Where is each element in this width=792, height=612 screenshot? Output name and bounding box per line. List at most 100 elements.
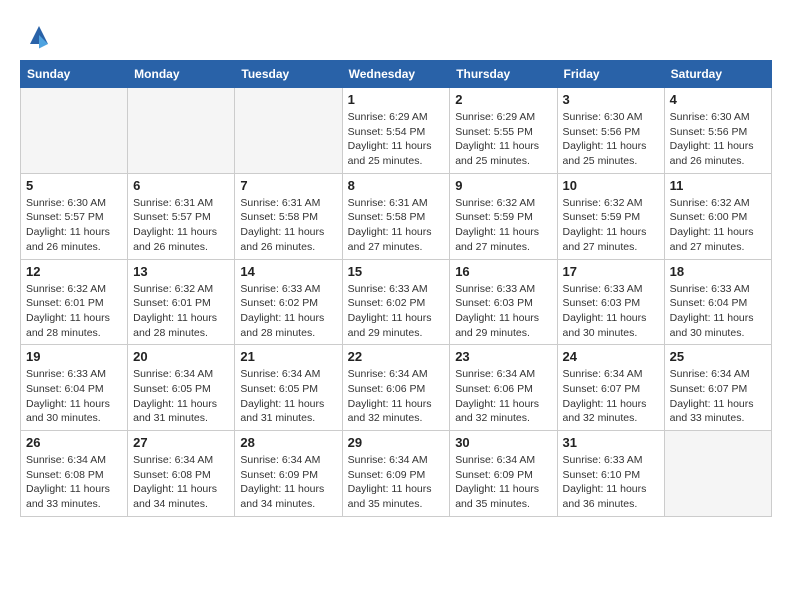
- day-number: 26: [26, 435, 122, 450]
- calendar-cell: 16 Sunrise: 6:33 AMSunset: 6:03 PMDayligh…: [450, 259, 557, 345]
- day-header-saturday: Saturday: [664, 61, 771, 88]
- day-number: 28: [240, 435, 336, 450]
- day-info: Sunrise: 6:32 AMSunset: 5:59 PMDaylight:…: [563, 196, 659, 255]
- day-info: Sunrise: 6:34 AMSunset: 6:05 PMDaylight:…: [133, 367, 229, 426]
- day-header-sunday: Sunday: [21, 61, 128, 88]
- calendar-cell: 22 Sunrise: 6:34 AMSunset: 6:06 PMDayligh…: [342, 345, 450, 431]
- calendar-cell: 7 Sunrise: 6:31 AMSunset: 5:58 PMDaylight…: [235, 173, 342, 259]
- week-row-2: 5 Sunrise: 6:30 AMSunset: 5:57 PMDaylight…: [21, 173, 772, 259]
- day-header-monday: Monday: [128, 61, 235, 88]
- day-number: 12: [26, 264, 122, 279]
- calendar-cell: 15 Sunrise: 6:33 AMSunset: 6:02 PMDayligh…: [342, 259, 450, 345]
- day-info: Sunrise: 6:33 AMSunset: 6:03 PMDaylight:…: [455, 282, 551, 341]
- day-info: Sunrise: 6:31 AMSunset: 5:58 PMDaylight:…: [240, 196, 336, 255]
- day-number: 18: [670, 264, 766, 279]
- calendar-cell: 12 Sunrise: 6:32 AMSunset: 6:01 PMDayligh…: [21, 259, 128, 345]
- day-info: Sunrise: 6:34 AMSunset: 6:09 PMDaylight:…: [240, 453, 336, 512]
- day-number: 31: [563, 435, 659, 450]
- day-header-friday: Friday: [557, 61, 664, 88]
- day-number: 29: [348, 435, 445, 450]
- calendar-cell: [664, 431, 771, 517]
- day-number: 2: [455, 92, 551, 107]
- page-header: [20, 20, 772, 50]
- week-row-3: 12 Sunrise: 6:32 AMSunset: 6:01 PMDayligh…: [21, 259, 772, 345]
- calendar-table: SundayMondayTuesdayWednesdayThursdayFrid…: [20, 60, 772, 517]
- calendar-cell: 13 Sunrise: 6:32 AMSunset: 6:01 PMDayligh…: [128, 259, 235, 345]
- logo: [20, 20, 54, 50]
- calendar-cell: [128, 88, 235, 174]
- day-info: Sunrise: 6:34 AMSunset: 6:07 PMDaylight:…: [563, 367, 659, 426]
- calendar-cell: 20 Sunrise: 6:34 AMSunset: 6:05 PMDayligh…: [128, 345, 235, 431]
- day-info: Sunrise: 6:30 AMSunset: 5:57 PMDaylight:…: [26, 196, 122, 255]
- day-info: Sunrise: 6:33 AMSunset: 6:04 PMDaylight:…: [670, 282, 766, 341]
- calendar-cell: 26 Sunrise: 6:34 AMSunset: 6:08 PMDayligh…: [21, 431, 128, 517]
- calendar-cell: 11 Sunrise: 6:32 AMSunset: 6:00 PMDayligh…: [664, 173, 771, 259]
- calendar-cell: 21Sunrise: 6:34 AMSunset: 6:05 PMDayligh…: [235, 345, 342, 431]
- day-info: Sunrise: 6:33 AMSunset: 6:03 PMDaylight:…: [563, 282, 659, 341]
- calendar-cell: 2 Sunrise: 6:29 AMSunset: 5:55 PMDaylight…: [450, 88, 557, 174]
- day-number: 13: [133, 264, 229, 279]
- day-info: Sunrise: 6:34 AMSunset: 6:08 PMDaylight:…: [26, 453, 122, 512]
- day-info: Sunrise: 6:33 AMSunset: 6:02 PMDaylight:…: [240, 282, 336, 341]
- day-number: 3: [563, 92, 659, 107]
- day-info: Sunrise: 6:34 AMSunset: 6:09 PMDaylight:…: [348, 453, 445, 512]
- day-info: Sunrise: 6:33 AMSunset: 6:10 PMDaylight:…: [563, 453, 659, 512]
- day-info: Sunrise: 6:32 AMSunset: 6:01 PMDaylight:…: [26, 282, 122, 341]
- calendar-cell: 5 Sunrise: 6:30 AMSunset: 5:57 PMDaylight…: [21, 173, 128, 259]
- day-number: 22: [348, 349, 445, 364]
- calendar-cell: 17 Sunrise: 6:33 AMSunset: 6:03 PMDayligh…: [557, 259, 664, 345]
- day-header-tuesday: Tuesday: [235, 61, 342, 88]
- day-info: Sunrise: 6:30 AMSunset: 5:56 PMDaylight:…: [670, 110, 766, 169]
- day-number: 24: [563, 349, 659, 364]
- calendar-cell: 14 Sunrise: 6:33 AMSunset: 6:02 PMDayligh…: [235, 259, 342, 345]
- day-number: 6: [133, 178, 229, 193]
- day-info: Sunrise: 6:34 AMSunset: 6:06 PMDaylight:…: [348, 367, 445, 426]
- logo-icon: [24, 20, 54, 50]
- calendar-cell: 18 Sunrise: 6:33 AMSunset: 6:04 PMDayligh…: [664, 259, 771, 345]
- calendar-cell: 9 Sunrise: 6:32 AMSunset: 5:59 PMDaylight…: [450, 173, 557, 259]
- calendar-cell: 30 Sunrise: 6:34 AMSunset: 6:09 PMDayligh…: [450, 431, 557, 517]
- day-info: Sunrise: 6:30 AMSunset: 5:56 PMDaylight:…: [563, 110, 659, 169]
- day-number: 9: [455, 178, 551, 193]
- day-number: 30: [455, 435, 551, 450]
- day-info: Sunrise: 6:33 AMSunset: 6:04 PMDaylight:…: [26, 367, 122, 426]
- day-number: 20: [133, 349, 229, 364]
- day-number: 5: [26, 178, 122, 193]
- calendar-cell: 19Sunrise: 6:33 AMSunset: 6:04 PMDayligh…: [21, 345, 128, 431]
- day-info: Sunrise: 6:34 AMSunset: 6:06 PMDaylight:…: [455, 367, 551, 426]
- calendar-cell: 1 Sunrise: 6:29 AMSunset: 5:54 PMDaylight…: [342, 88, 450, 174]
- day-info: Sunrise: 6:34 AMSunset: 6:09 PMDaylight:…: [455, 453, 551, 512]
- calendar-cell: 3 Sunrise: 6:30 AMSunset: 5:56 PMDaylight…: [557, 88, 664, 174]
- week-row-5: 26 Sunrise: 6:34 AMSunset: 6:08 PMDayligh…: [21, 431, 772, 517]
- calendar-cell: 24 Sunrise: 6:34 AMSunset: 6:07 PMDayligh…: [557, 345, 664, 431]
- day-number: 1: [348, 92, 445, 107]
- calendar-cell: 28 Sunrise: 6:34 AMSunset: 6:09 PMDayligh…: [235, 431, 342, 517]
- day-info: Sunrise: 6:34 AMSunset: 6:07 PMDaylight:…: [670, 367, 766, 426]
- day-info: Sunrise: 6:31 AMSunset: 5:58 PMDaylight:…: [348, 196, 445, 255]
- day-number: 16: [455, 264, 551, 279]
- day-number: 14: [240, 264, 336, 279]
- calendar-cell: 10Sunrise: 6:32 AMSunset: 5:59 PMDayligh…: [557, 173, 664, 259]
- calendar-cell: 27Sunrise: 6:34 AMSunset: 6:08 PMDayligh…: [128, 431, 235, 517]
- day-number: 4: [670, 92, 766, 107]
- calendar-cell: 23Sunrise: 6:34 AMSunset: 6:06 PMDayligh…: [450, 345, 557, 431]
- day-info: Sunrise: 6:29 AMSunset: 5:55 PMDaylight:…: [455, 110, 551, 169]
- day-info: Sunrise: 6:32 AMSunset: 5:59 PMDaylight:…: [455, 196, 551, 255]
- day-number: 15: [348, 264, 445, 279]
- day-info: Sunrise: 6:32 AMSunset: 6:01 PMDaylight:…: [133, 282, 229, 341]
- day-info: Sunrise: 6:32 AMSunset: 6:00 PMDaylight:…: [670, 196, 766, 255]
- day-number: 7: [240, 178, 336, 193]
- day-info: Sunrise: 6:33 AMSunset: 6:02 PMDaylight:…: [348, 282, 445, 341]
- day-number: 25: [670, 349, 766, 364]
- calendar-cell: 4 Sunrise: 6:30 AMSunset: 5:56 PMDaylight…: [664, 88, 771, 174]
- day-number: 11: [670, 178, 766, 193]
- calendar-cell: [235, 88, 342, 174]
- day-number: 17: [563, 264, 659, 279]
- day-number: 8: [348, 178, 445, 193]
- day-info: Sunrise: 6:29 AMSunset: 5:54 PMDaylight:…: [348, 110, 445, 169]
- calendar-cell: 25 Sunrise: 6:34 AMSunset: 6:07 PMDayligh…: [664, 345, 771, 431]
- day-info: Sunrise: 6:31 AMSunset: 5:57 PMDaylight:…: [133, 196, 229, 255]
- week-row-4: 19Sunrise: 6:33 AMSunset: 6:04 PMDayligh…: [21, 345, 772, 431]
- week-row-1: 1 Sunrise: 6:29 AMSunset: 5:54 PMDaylight…: [21, 88, 772, 174]
- day-number: 27: [133, 435, 229, 450]
